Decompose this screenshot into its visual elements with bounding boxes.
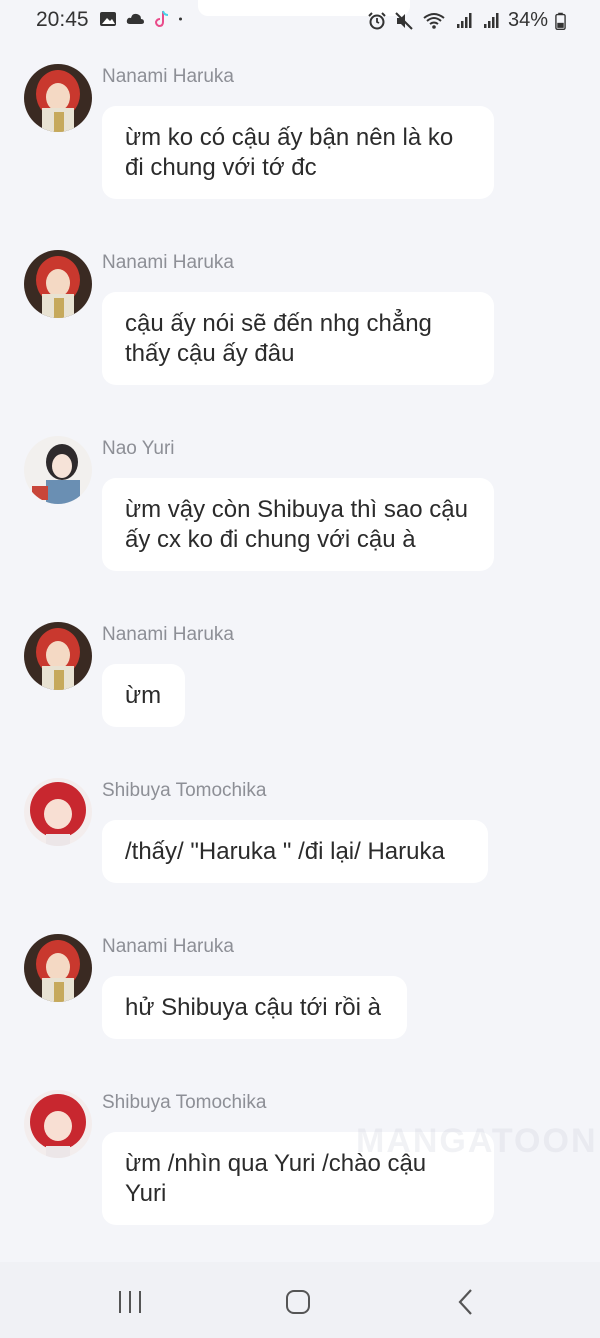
message-bubble[interactable]: cậu ấy nói sẽ đến nhg chẳng thấy cậu ấy …	[102, 292, 494, 385]
recent-apps-button[interactable]	[110, 1286, 150, 1318]
signal-icon	[456, 12, 472, 28]
battery-icon	[555, 12, 566, 30]
home-icon	[286, 1290, 310, 1314]
tiktok-icon	[154, 10, 169, 28]
image-icon	[100, 12, 116, 26]
watermark: MANGATOON	[356, 1122, 598, 1160]
back-button[interactable]	[446, 1286, 486, 1318]
message-bubble[interactable]: ừm vậy còn Shibuya thì sao cậu ấy cx ko …	[102, 478, 494, 571]
sender-name: Nanami Haruka	[102, 936, 234, 957]
navigation-bar	[0, 1262, 600, 1338]
cloud-icon	[126, 13, 144, 24]
back-icon	[458, 1289, 472, 1315]
avatar-nao-yuri[interactable]	[24, 436, 92, 504]
sender-name: Nao Yuri	[102, 438, 175, 459]
avatar-shibuya-tomochika[interactable]	[24, 778, 92, 846]
avatar-nanami-haruka[interactable]	[24, 934, 92, 1002]
message-bubble[interactable]: ừm	[102, 664, 185, 727]
recent-apps-icon	[119, 1291, 141, 1313]
battery-percent: 34%	[507, 9, 548, 31]
message-bubble[interactable]: hử Shibuya cậu tới rồi à	[102, 976, 407, 1039]
status-bar: 20:45 34%	[0, 0, 600, 40]
sender-name: Nanami Haruka	[102, 66, 234, 87]
message-bubble[interactable]: ừm ko có cậu ấy bận nên là ko đi chung v…	[102, 106, 494, 199]
status-time: 20:45	[36, 8, 89, 31]
alarm-icon	[368, 11, 386, 29]
sender-name: Shibuya Tomochika	[102, 780, 267, 801]
home-button[interactable]	[278, 1286, 318, 1318]
sender-name: Nanami Haruka	[102, 252, 234, 273]
signal-icon	[483, 12, 499, 28]
avatar-nanami-haruka[interactable]	[24, 64, 92, 132]
dot-icon	[179, 17, 182, 21]
avatar-shibuya-tomochika[interactable]	[24, 1090, 92, 1158]
avatar-nanami-haruka[interactable]	[24, 250, 92, 318]
wifi-icon	[423, 12, 445, 29]
sender-name: Nanami Haruka	[102, 624, 234, 645]
message-bubble[interactable]: /thấy/ "Haruka " /đi lại/ Haruka	[102, 820, 488, 883]
sender-name: Shibuya Tomochika	[102, 1092, 267, 1113]
mute-icon	[395, 11, 413, 30]
avatar-nanami-haruka[interactable]	[24, 622, 92, 690]
